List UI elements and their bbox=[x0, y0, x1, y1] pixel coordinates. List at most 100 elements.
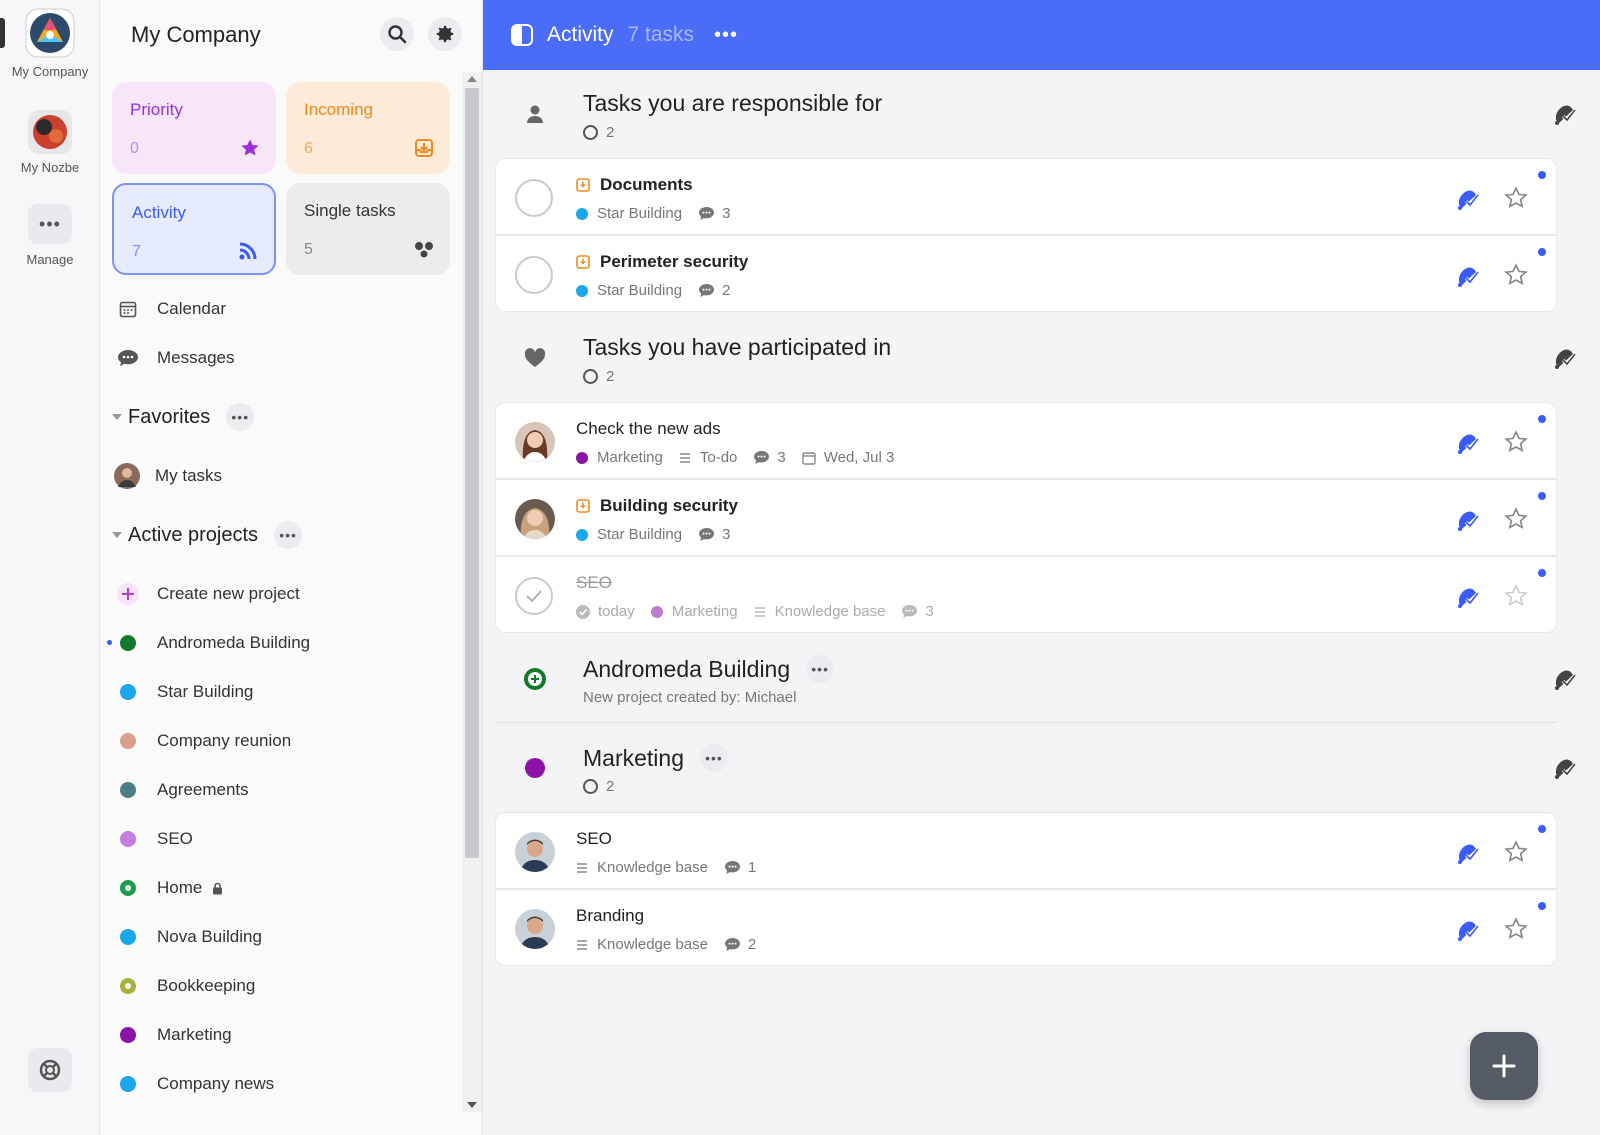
task-bell-button[interactable] bbox=[1454, 508, 1480, 539]
star-button[interactable] bbox=[1504, 584, 1528, 613]
project-agreements[interactable]: Agreements bbox=[117, 775, 457, 805]
comment-icon bbox=[699, 284, 715, 297]
project-label: SEO bbox=[157, 829, 193, 848]
group-bell-button[interactable] bbox=[1551, 756, 1577, 787]
card-incoming[interactable]: Incoming 6 bbox=[286, 82, 450, 174]
task-ring-icon bbox=[583, 125, 598, 140]
group-more-button[interactable]: ••• bbox=[699, 744, 728, 772]
rail-item-my-company[interactable]: My Company bbox=[0, 8, 100, 79]
project-label: Marketing bbox=[157, 1025, 232, 1044]
card-single-tasks[interactable]: Single tasks 5 bbox=[286, 183, 450, 275]
task-row[interactable]: Branding Knowledge base 2 bbox=[495, 889, 1557, 966]
star-outline-icon bbox=[1504, 584, 1528, 607]
create-new-project[interactable]: Create new project bbox=[117, 579, 457, 609]
support-button[interactable] bbox=[28, 1048, 72, 1092]
star-button[interactable] bbox=[1504, 507, 1528, 536]
star-button[interactable] bbox=[1504, 840, 1528, 869]
project-company-news[interactable]: Company news bbox=[117, 1069, 457, 1099]
top-bar: Activity 7 tasks ••• bbox=[483, 0, 1600, 70]
project-created-icon bbox=[524, 668, 546, 690]
bell-check-icon bbox=[1458, 511, 1480, 531]
star-outline-icon bbox=[1504, 507, 1528, 530]
task-checkbox[interactable] bbox=[515, 256, 553, 294]
assignee-avatar bbox=[515, 422, 555, 462]
project-star-building[interactable]: Star Building bbox=[117, 677, 457, 707]
unread-dot bbox=[1538, 415, 1546, 423]
bell-check-icon bbox=[1458, 267, 1480, 287]
nav-calendar[interactable]: Calendar bbox=[117, 294, 457, 324]
task-bell-button[interactable] bbox=[1454, 585, 1480, 616]
project-nova-building[interactable]: Nova Building bbox=[117, 922, 457, 952]
scroll-thumb[interactable] bbox=[465, 88, 479, 858]
project-seo[interactable]: SEO bbox=[117, 824, 457, 854]
sidebar-scrollbar[interactable] bbox=[462, 72, 482, 1112]
section-icon bbox=[754, 606, 765, 617]
comment-count: 3 bbox=[925, 603, 934, 620]
rail-label: My Nozbe bbox=[20, 160, 80, 175]
task-bell-button[interactable] bbox=[1454, 187, 1480, 218]
star-button[interactable] bbox=[1504, 430, 1528, 459]
group-bell-button[interactable] bbox=[1551, 102, 1577, 133]
rail-item-my-nozbe[interactable]: My Nozbe bbox=[0, 110, 100, 175]
my-nozbe-avatar bbox=[28, 110, 72, 154]
task-checkbox[interactable] bbox=[515, 179, 553, 217]
task-row[interactable]: Documents Star Building 3 bbox=[495, 158, 1557, 235]
nav-messages[interactable]: Messages bbox=[117, 343, 457, 373]
project-marketing[interactable]: Marketing bbox=[117, 1020, 457, 1050]
card-activity[interactable]: Activity 7 bbox=[112, 183, 276, 275]
add-task-button[interactable] bbox=[1470, 1032, 1538, 1100]
lock-icon bbox=[213, 882, 223, 894]
active-projects-header[interactable]: Active projects ••• bbox=[112, 520, 303, 550]
checkmark-icon bbox=[526, 590, 542, 603]
project-label: Company reunion bbox=[157, 731, 292, 750]
chat-bubble-icon bbox=[118, 350, 138, 366]
star-button[interactable] bbox=[1504, 263, 1528, 292]
rail-item-manage[interactable]: ••• Manage bbox=[0, 204, 100, 267]
task-bell-button[interactable] bbox=[1454, 431, 1480, 462]
toggle-sidebar-icon[interactable] bbox=[511, 24, 533, 46]
section-label: Favorites bbox=[128, 405, 211, 428]
task-row[interactable]: SEO today Marketing Knowledge base 3 bbox=[495, 556, 1557, 633]
comment-count: 2 bbox=[747, 936, 757, 953]
card-title: Activity bbox=[132, 203, 186, 222]
task-row[interactable]: Building security Star Building 3 bbox=[495, 479, 1557, 556]
projects-more-button[interactable]: ••• bbox=[274, 521, 303, 549]
nav-label: Messages bbox=[157, 348, 235, 367]
favorites-more-button[interactable]: ••• bbox=[226, 403, 255, 431]
star-button[interactable] bbox=[1504, 186, 1528, 215]
company-logo bbox=[25, 8, 75, 58]
star-button[interactable] bbox=[1504, 917, 1528, 946]
project-color-dot bbox=[525, 758, 545, 778]
search-button[interactable] bbox=[380, 17, 414, 51]
card-priority[interactable]: Priority 0 bbox=[112, 82, 276, 174]
project-company-reunion[interactable]: Company reunion bbox=[117, 726, 457, 756]
incoming-icon bbox=[576, 178, 590, 192]
group-bell-button[interactable] bbox=[1551, 667, 1577, 698]
settings-button[interactable] bbox=[428, 17, 462, 51]
project-color-dot bbox=[576, 207, 588, 220]
task-bell-button[interactable] bbox=[1454, 918, 1480, 949]
card-count: 0 bbox=[130, 140, 139, 157]
page-more-button[interactable]: ••• bbox=[714, 24, 738, 47]
group-bell-button[interactable] bbox=[1551, 346, 1577, 377]
bell-check-icon bbox=[1458, 434, 1480, 454]
task-row[interactable]: Perimeter security Star Building 2 bbox=[495, 235, 1557, 312]
project-color-dot bbox=[576, 284, 588, 297]
task-row[interactable]: SEO Knowledge base 1 bbox=[495, 812, 1557, 889]
main-panel: Activity 7 tasks ••• Tasks you are respo… bbox=[483, 0, 1600, 1135]
project-bookkeeping[interactable]: Bookkeeping bbox=[117, 971, 457, 1001]
project-color-dot bbox=[120, 880, 136, 896]
lifebuoy-icon bbox=[39, 1059, 61, 1081]
project-label: Company news bbox=[157, 1074, 275, 1093]
task-checkbox-checked[interactable] bbox=[515, 577, 553, 615]
task-bell-button[interactable] bbox=[1454, 264, 1480, 295]
favorites-header[interactable]: Favorites ••• bbox=[112, 402, 255, 432]
favorite-my-tasks[interactable]: My tasks bbox=[114, 461, 454, 491]
page-title: Activity bbox=[547, 23, 614, 46]
task-row[interactable]: Check the new ads Marketing To-do 3 Wed,… bbox=[495, 402, 1557, 479]
task-bell-button[interactable] bbox=[1454, 841, 1480, 872]
project-home[interactable]: Home bbox=[117, 873, 457, 903]
project-andromeda-building[interactable]: Andromeda Building bbox=[117, 628, 457, 658]
group-more-button[interactable]: ••• bbox=[806, 655, 835, 683]
comment-icon bbox=[724, 938, 740, 951]
